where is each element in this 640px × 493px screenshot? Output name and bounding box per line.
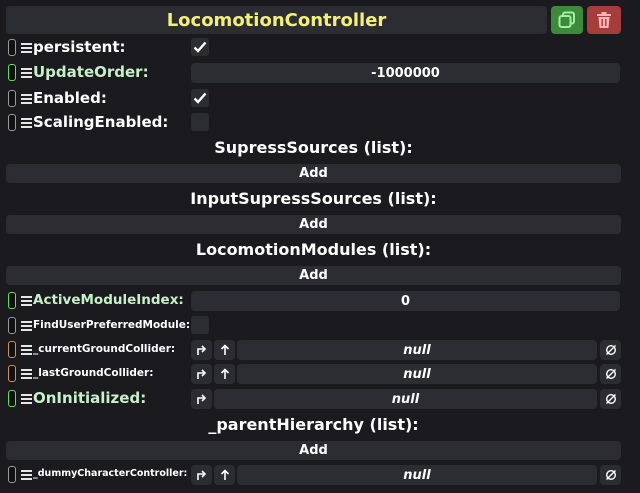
- hamburger-icon[interactable]: [21, 296, 32, 306]
- dummy-character-controller-ref[interactable]: null: [237, 465, 597, 485]
- hamburger-icon[interactable]: [21, 394, 32, 404]
- jump-to-button[interactable]: [214, 340, 235, 360]
- current-ground-collider-label: _currentGroundCollider:: [33, 343, 176, 355]
- drive-button[interactable]: [191, 465, 212, 485]
- check-icon: [193, 41, 207, 53]
- clear-reference-button[interactable]: [600, 389, 621, 409]
- arrow-up-icon: [220, 368, 229, 379]
- parent-hierarchy-list-title: _parentHierarchy (list):: [208, 415, 419, 434]
- update-order-input[interactable]: -1000000: [191, 63, 620, 83]
- arrow-up-icon: [220, 344, 229, 355]
- arrow-turn-up-icon: [197, 394, 207, 404]
- find-user-preferred-module-checkbox[interactable]: [191, 316, 209, 334]
- trash-icon: [597, 12, 611, 28]
- field-type-indicator: [8, 64, 16, 81]
- scaling-enabled-label: ScalingEnabled:: [33, 113, 169, 131]
- field-type-indicator: [8, 114, 16, 131]
- current-ground-collider-ref[interactable]: null: [237, 340, 597, 360]
- on-initialized-label: OnInitialized:: [33, 389, 147, 407]
- drive-button[interactable]: [191, 389, 212, 409]
- component-title: LocomotionController: [6, 6, 547, 34]
- clear-reference-button[interactable]: [600, 465, 621, 485]
- null-clear-icon: [605, 344, 616, 356]
- last-ground-collider-ref[interactable]: null: [237, 364, 597, 384]
- hamburger-icon[interactable]: [21, 118, 32, 128]
- field-type-indicator: [8, 390, 16, 407]
- arrow-turn-up-icon: [197, 345, 207, 355]
- active-module-index-input[interactable]: 0: [191, 291, 620, 311]
- arrow-turn-up-icon: [197, 470, 207, 480]
- delete-button[interactable]: [587, 6, 621, 34]
- jump-to-button[interactable]: [214, 465, 235, 485]
- hamburger-icon[interactable]: [21, 369, 32, 379]
- jump-to-button[interactable]: [214, 364, 235, 384]
- null-clear-icon: [605, 469, 616, 481]
- field-type-indicator: [8, 365, 16, 382]
- hamburger-icon[interactable]: [21, 68, 32, 78]
- clear-reference-button[interactable]: [600, 340, 621, 360]
- field-type-indicator: [8, 39, 16, 56]
- check-icon: [193, 92, 207, 104]
- update-order-label: UpdateOrder:: [33, 63, 149, 81]
- persistent-checkbox[interactable]: [191, 38, 209, 56]
- hamburger-icon[interactable]: [21, 321, 32, 331]
- active-module-index-label: ActiveModuleIndex:: [33, 292, 184, 308]
- find-user-preferred-module-label: FindUserPreferredModule:: [33, 319, 191, 331]
- input-supress-sources-list-title: InputSupressSources (list):: [190, 189, 437, 208]
- parent-hierarchy-add-button[interactable]: Add: [6, 441, 621, 460]
- persistent-label: persistent:: [33, 38, 126, 56]
- field-type-indicator: [8, 317, 16, 334]
- clear-reference-button[interactable]: [600, 364, 621, 384]
- last-ground-collider-label: _lastGroundCollider:: [33, 367, 154, 379]
- locomotion-modules-add-button[interactable]: Add: [6, 266, 621, 285]
- duplicate-button[interactable]: [551, 6, 583, 34]
- on-initialized-ref[interactable]: null: [214, 389, 597, 409]
- null-clear-icon: [605, 368, 616, 380]
- enabled-checkbox[interactable]: [191, 89, 209, 107]
- field-type-indicator: [8, 466, 16, 483]
- drive-button[interactable]: [191, 340, 212, 360]
- field-type-indicator: [8, 341, 16, 358]
- scaling-enabled-checkbox[interactable]: [191, 113, 209, 131]
- input-supress-sources-add-button[interactable]: Add: [6, 215, 621, 234]
- duplicate-icon: [558, 11, 575, 28]
- null-clear-icon: [605, 393, 616, 405]
- enabled-label: Enabled:: [33, 89, 107, 107]
- supress-sources-add-button[interactable]: Add: [6, 164, 621, 183]
- arrow-turn-up-icon: [197, 369, 207, 379]
- hamburger-icon[interactable]: [21, 345, 32, 355]
- supress-sources-list-title: SupressSources (list):: [214, 138, 413, 157]
- drive-button[interactable]: [191, 364, 212, 384]
- locomotion-modules-list-title: LocomotionModules (list):: [195, 240, 432, 259]
- dummy-character-controller-label: _dummyCharacterController:: [33, 468, 188, 479]
- hamburger-icon[interactable]: [21, 43, 32, 53]
- hamburger-icon[interactable]: [21, 94, 32, 104]
- hamburger-icon[interactable]: [21, 470, 32, 480]
- field-type-indicator: [8, 90, 16, 107]
- arrow-up-icon: [220, 469, 229, 480]
- field-type-indicator: [8, 292, 16, 309]
